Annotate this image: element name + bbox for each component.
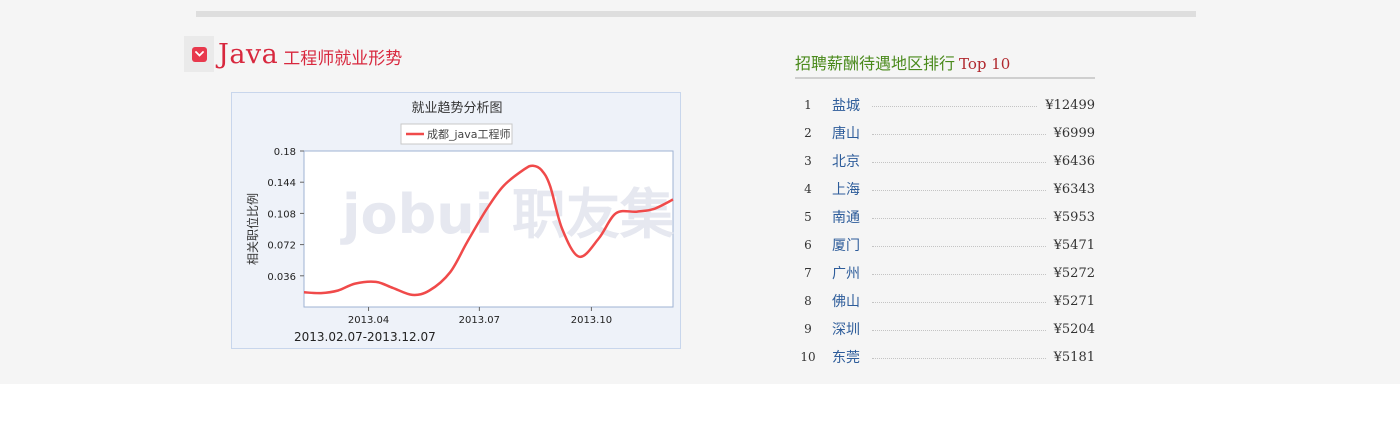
ranking-title-text: 招聘薪酬待遇地区排行: [795, 54, 956, 73]
ranking-underline: [795, 77, 1095, 79]
ranking-row: 8 佛山 ¥5271: [795, 287, 1095, 315]
ranking-city-link[interactable]: 盐城: [832, 95, 868, 115]
chevron-down-icon: [191, 46, 207, 62]
ranking-title-top: Top 10: [959, 55, 1011, 73]
ranking-title: 招聘薪酬待遇地区排行 Top 10: [795, 50, 1010, 74]
chart-ytick-label: 0.144: [267, 178, 296, 189]
section-title-main: Java: [218, 38, 279, 70]
ranking-row: 4 上海 ¥6343: [795, 175, 1095, 203]
ranking-leader-dots: [872, 105, 1038, 107]
ranking-city-link[interactable]: 深圳: [832, 319, 868, 339]
ranking-leader-dots: [872, 217, 1046, 219]
chart-ytick-label: 0.072: [267, 241, 296, 252]
chart-xtick-label: 2013.10: [571, 315, 612, 326]
ranking-salary: ¥5272: [1053, 265, 1095, 281]
ranking-number: 8: [804, 294, 812, 308]
chart-ytick-label: 0.18: [274, 147, 296, 158]
ranking-salary: ¥5271: [1053, 293, 1095, 309]
ranking-leader-dots: [872, 133, 1046, 135]
ranking-row: 7 广州 ¥5272: [795, 259, 1095, 287]
ranking-row: 6 厦门 ¥5471: [795, 231, 1095, 259]
chart-legend-label: 成都_java工程师: [427, 128, 511, 141]
ranking-city-link[interactable]: 广州: [832, 263, 868, 283]
ranking-salary: ¥5953: [1053, 209, 1095, 225]
ranking-city-link[interactable]: 佛山: [832, 291, 868, 311]
ranking-leader-dots: [872, 273, 1046, 275]
ranking-row: 9 深圳 ¥5204: [795, 315, 1095, 343]
ranking-number: 7: [804, 266, 812, 280]
ranking-leader-dots: [872, 189, 1046, 191]
ranking-number: 10: [800, 350, 816, 364]
chart-ylabel: 相关职位比例: [245, 193, 260, 265]
content-panel: Java 工程师就业形势 就业趋势分析图成都_java工程师jobui 职友集 0…: [0, 0, 1400, 384]
ranking-salary: ¥12499: [1045, 97, 1095, 113]
ranking-city-link[interactable]: 南通: [832, 207, 868, 227]
ranking-salary: ¥6343: [1053, 181, 1095, 197]
ranking-salary: ¥6999: [1053, 125, 1095, 141]
ranking-list: 1 盐城 ¥12499 2 唐山 ¥6999 3 北京 ¥6436 4 上海 ¥6343 5 南通 ¥595…: [795, 91, 1095, 371]
ranking-leader-dots: [872, 357, 1046, 359]
ranking-number: 6: [804, 238, 812, 252]
trend-chart-svg: 就业趋势分析图成都_java工程师jobui 职友集 0.036 0.072 0.10…: [245, 100, 674, 344]
top-divider: [196, 11, 1196, 17]
section-title-sub: 工程师就业形势: [283, 49, 403, 69]
ranking-city-link[interactable]: 东莞: [832, 347, 868, 367]
chart-xtick-label: 2013.04: [348, 315, 389, 326]
ranking-number: 1: [804, 98, 812, 112]
ranking-row: 3 北京 ¥6436: [795, 147, 1095, 175]
ranking-city-link[interactable]: 上海: [832, 179, 868, 199]
chart-title: 就业趋势分析图: [411, 100, 502, 116]
chart-date-range: 2013.02.07-2013.12.07: [294, 330, 436, 344]
chart-xtick-label: 2013.07: [459, 315, 500, 326]
ranking-city-link[interactable]: 北京: [832, 151, 868, 171]
trend-chart: 就业趋势分析图成都_java工程师jobui 职友集 0.036 0.072 0.10…: [231, 92, 681, 349]
ranking-number: 3: [804, 154, 812, 168]
ranking-leader-dots: [872, 245, 1046, 247]
chart-ytick-label: 0.108: [267, 209, 296, 220]
section-header: Java 工程师就业形势: [184, 36, 402, 72]
ranking-row: 10 东莞 ¥5181: [795, 343, 1095, 371]
ranking-row: 2 唐山 ¥6999: [795, 119, 1095, 147]
ranking-row: 1 盐城 ¥12499: [795, 91, 1095, 119]
ranking-salary: ¥6436: [1053, 153, 1095, 169]
ranking-number: 5: [804, 210, 812, 224]
ranking-number: 9: [804, 322, 812, 336]
ranking-leader-dots: [872, 301, 1046, 303]
ranking-city-link[interactable]: 厦门: [832, 235, 868, 255]
chart-ytick-label: 0.036: [267, 272, 296, 283]
ranking-leader-dots: [872, 329, 1046, 331]
chart-watermark: jobui 职友集: [340, 183, 674, 246]
ranking-salary: ¥5471: [1053, 237, 1095, 253]
ranking-city-link[interactable]: 唐山: [832, 123, 868, 143]
ranking-salary: ¥5204: [1053, 321, 1095, 337]
ranking-salary: ¥5181: [1053, 349, 1095, 365]
ranking-number: 4: [804, 182, 812, 196]
section-icon-tile: [184, 36, 214, 72]
ranking-row: 5 南通 ¥5953: [795, 203, 1095, 231]
ranking-leader-dots: [872, 161, 1046, 163]
ranking-number: 2: [804, 126, 812, 140]
